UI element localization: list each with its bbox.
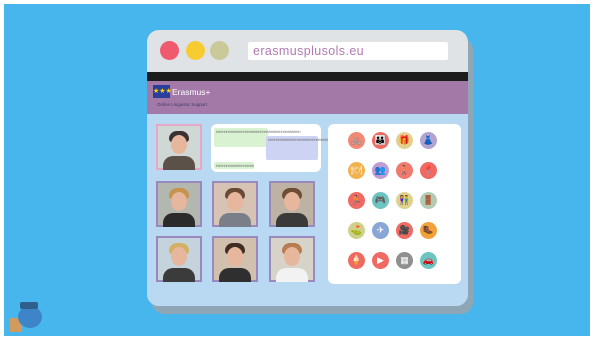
chat-message: hhhhhhhhhhhhhhhhhhhhhhhhhhhhhhhhhhhhhhhh… [266,136,355,160]
participant-video[interactable] [212,236,258,282]
dress-icon[interactable]: 👗 [420,132,437,149]
running-icon[interactable]: 🏃 [348,192,365,209]
calendar-icon[interactable]: ▦ [396,252,413,269]
door-icon[interactable]: 🚪 [420,192,437,209]
site-banner: ★★★ Erasmus+ Online Linguistic Support [147,81,468,114]
walking-icon[interactable]: 🚶 [396,162,413,179]
participant-video[interactable] [156,236,202,282]
gamepad-icon[interactable]: 🎮 [372,192,389,209]
mascot-logo [10,302,46,334]
couple-icon[interactable]: 👫 [396,192,413,209]
participant-video[interactable] [212,181,258,227]
gifts-icon[interactable]: 🎁 [396,132,413,149]
participant-video[interactable] [156,124,202,170]
site-subtitle: Online Linguistic Support [157,102,208,107]
cycling-icon[interactable]: 🚲 [348,132,365,149]
site-title: Erasmus+ [172,87,211,97]
golf-icon[interactable]: ⛳ [348,222,365,239]
people-icon[interactable]: 👥 [372,162,389,179]
family-icon[interactable]: 👪 [372,132,389,149]
ice-cream-icon[interactable]: 🍦 [348,252,365,269]
address-bar[interactable]: erasmusplusols.eu [248,42,448,60]
chat-message: hhhhhhhhhhhhhhhhhhhhhhhhhhhhhhhhhhhhhhhh [214,128,300,147]
minimize-window-button[interactable] [186,41,205,60]
browser-window: erasmusplusols.eu ★★★ Erasmus+ Online Li… [147,30,468,306]
topic-icons-panel: 🚲 👪 🎁 👗 🍽 👥 🚶 📍 🏃 🎮 👫 🚪 ⛳ ✈ 🎥 🥾 🍦 ▶ ▦ 🚗 [328,124,461,284]
location-icon[interactable]: 📍 [420,162,437,179]
video-icon[interactable]: ▶ [372,252,389,269]
participant-video[interactable] [156,181,202,227]
eu-flag-icon: ★★★ [153,85,172,98]
hiking-icon[interactable]: 🥾 [420,222,437,239]
participant-video[interactable] [269,181,315,227]
restaurant-icon[interactable]: 🍽 [348,162,365,179]
participant-video[interactable] [269,236,315,282]
menu-bar [147,72,468,81]
chat-panel: hhhhhhhhhhhhhhhhhhhhhhhhhhhhhhhhhhhhhhhh… [211,124,355,172]
chat-message: hhhhhhhhhhhhhhhhhh [214,162,255,169]
maximize-window-button[interactable] [210,41,229,60]
plane-icon[interactable]: ✈ [372,222,389,239]
close-window-button[interactable] [160,41,179,60]
camera-icon[interactable]: 🎥 [396,222,413,239]
car-icon[interactable]: 🚗 [420,252,437,269]
